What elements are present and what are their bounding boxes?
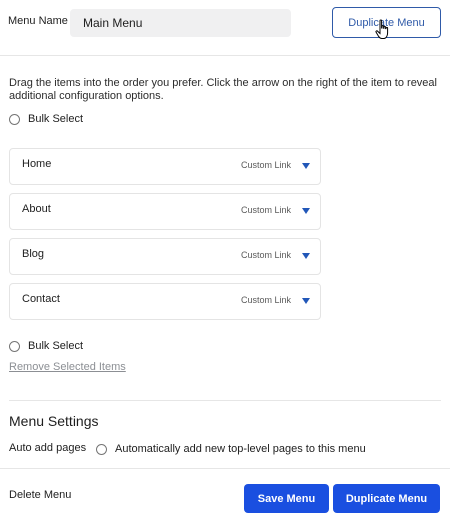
menu-name-label: Menu Name [8, 15, 68, 27]
menu-item-title: Blog [22, 248, 45, 260]
menu-item-about[interactable]: About Custom Link [9, 193, 321, 230]
delete-menu-link[interactable]: Delete Menu [9, 489, 71, 501]
auto-add-pages-label: Auto add pages [9, 442, 87, 454]
header-divider [0, 55, 450, 56]
bulk-select-label: Bulk Select [28, 113, 84, 125]
bulk-select-label: Bulk Select [28, 340, 84, 352]
expand-arrow-icon[interactable] [302, 253, 310, 259]
save-menu-button[interactable]: Save Menu [244, 484, 329, 513]
expand-arrow-icon[interactable] [302, 208, 310, 214]
bulk-select-top[interactable]: Bulk Select [9, 113, 83, 125]
hand-cursor-icon [375, 19, 389, 39]
menu-name-input[interactable] [70, 9, 291, 37]
menu-item-title: Home [22, 158, 52, 170]
menu-item-type: Custom Link [240, 160, 291, 170]
menu-item-type: Custom Link [240, 250, 291, 260]
auto-add-option-label: Automatically add new top-level pages to… [115, 443, 366, 455]
bulk-select-radio[interactable] [9, 113, 20, 125]
menu-item-blog[interactable]: Blog Custom Link [9, 238, 321, 275]
menu-item-title: Contact [22, 293, 60, 305]
bulk-select-radio[interactable] [9, 340, 20, 352]
auto-add-radio[interactable] [96, 443, 107, 455]
auto-add-pages-option[interactable]: Automatically add new top-level pages to… [96, 443, 366, 455]
menu-item-title: About [22, 203, 51, 215]
expand-arrow-icon[interactable] [302, 298, 310, 304]
menu-item-contact[interactable]: Contact Custom Link [9, 283, 321, 320]
expand-arrow-icon[interactable] [302, 163, 310, 169]
menu-item-type: Custom Link [240, 295, 291, 305]
footer-divider [0, 468, 450, 469]
menu-item-home[interactable]: Home Custom Link [9, 148, 321, 185]
instructions-text: Drag the items into the order you prefer… [9, 77, 437, 102]
settings-divider [9, 400, 441, 401]
duplicate-menu-button-bottom[interactable]: Duplicate Menu [333, 484, 440, 513]
remove-selected-items-link[interactable]: Remove Selected Items [9, 361, 126, 373]
menu-item-type: Custom Link [240, 205, 291, 215]
menu-settings-title: Menu Settings [9, 413, 99, 429]
bulk-select-bottom[interactable]: Bulk Select [9, 340, 83, 352]
